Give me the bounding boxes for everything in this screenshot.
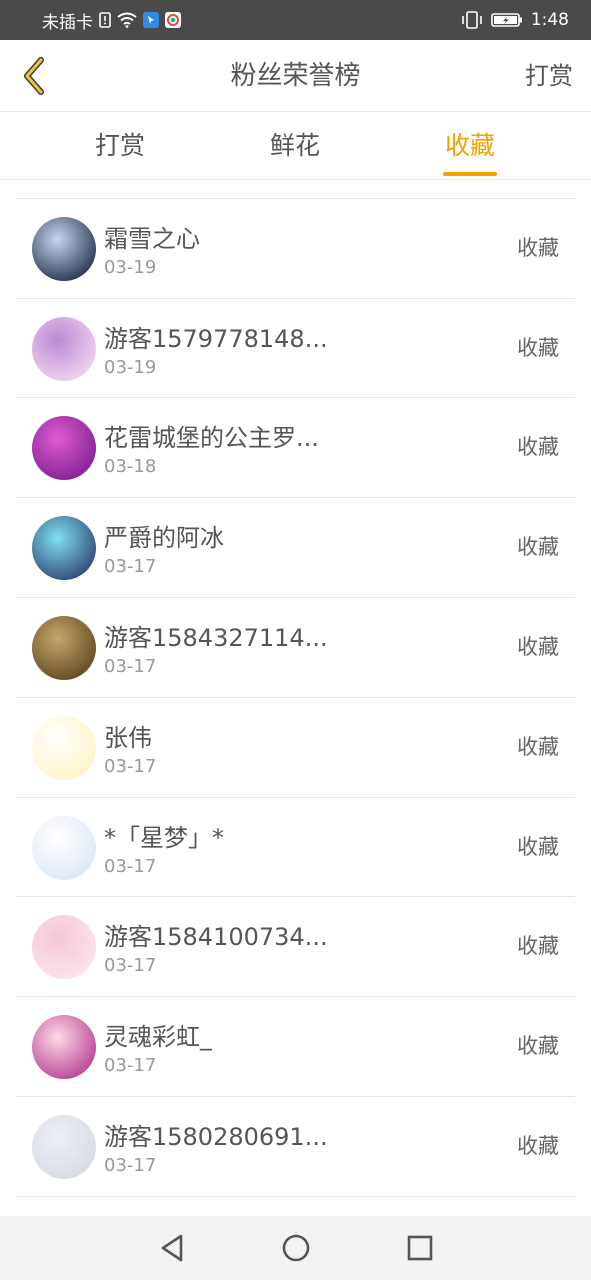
list-item[interactable]: 灵魂彩虹_ 03-17 收藏 bbox=[16, 997, 575, 1097]
reward-header-button[interactable]: 打赏 bbox=[525, 40, 573, 112]
square-recents-icon bbox=[407, 1235, 432, 1261]
favorite-date: 03-19 bbox=[104, 356, 157, 378]
tab-favorites[interactable]: 收藏 bbox=[445, 112, 495, 180]
vibrate-icon bbox=[461, 11, 483, 29]
app-header: 粉丝荣誉榜 打赏 bbox=[0, 40, 591, 112]
avatar[interactable] bbox=[32, 915, 96, 980]
sim-alert-icon bbox=[99, 11, 111, 29]
browser-notification-icon bbox=[165, 11, 181, 29]
back-button[interactable] bbox=[14, 56, 54, 96]
favorite-date: 03-17 bbox=[104, 1154, 157, 1176]
favorite-date: 03-17 bbox=[104, 655, 157, 677]
avatar[interactable] bbox=[32, 316, 96, 381]
nav-back-button[interactable] bbox=[155, 1231, 189, 1265]
battery-icon bbox=[491, 11, 523, 29]
tab-reward[interactable]: 打赏 bbox=[95, 112, 145, 180]
tab-bar: 打赏 鲜花 收藏 bbox=[0, 112, 591, 180]
fan-name: 游客1579778148... bbox=[104, 324, 328, 353]
status-left: 未插卡 bbox=[42, 8, 181, 33]
list-item[interactable]: 游客1580280691... 03-17 收藏 bbox=[16, 1097, 575, 1197]
favorite-action-label: 收藏 bbox=[517, 634, 559, 659]
triangle-back-icon bbox=[161, 1234, 182, 1262]
fan-list[interactable]: 03-19霜雪之心03-19收藏游客1579778148...03-19收藏花雷… bbox=[0, 181, 591, 1216]
fan-name: 霜雪之心 bbox=[104, 224, 200, 253]
avatar[interactable] bbox=[32, 715, 96, 780]
favorite-action-label: 收藏 bbox=[517, 734, 559, 759]
list-item[interactable]: *「星梦」* 03-17 收藏 bbox=[16, 798, 575, 898]
favorite-date: 03-17 bbox=[104, 955, 157, 977]
favorite-date: 03-17 bbox=[104, 855, 157, 877]
nav-recents-button[interactable] bbox=[403, 1231, 437, 1265]
favorite-action-label: 收藏 bbox=[517, 435, 559, 460]
list-item[interactable]: 霜雪之心 03-19 收藏 bbox=[16, 199, 575, 299]
page-title: 粉丝荣誉榜 bbox=[230, 61, 361, 91]
fan-name: 花雷城堡的公主罗... bbox=[104, 424, 319, 453]
favorite-date: 03-17 bbox=[104, 755, 157, 777]
favorite-action-label: 收藏 bbox=[517, 834, 559, 859]
fan-list-content: 03-19霜雪之心03-19收藏游客1579778148...03-19收藏花雷… bbox=[0, 181, 591, 1197]
system-nav-bar bbox=[0, 1216, 591, 1280]
list-item[interactable]: 花雷城堡的公主罗... 03-18 收藏 bbox=[16, 398, 575, 499]
fan-name: 严爵的阿冰 bbox=[104, 524, 224, 553]
favorite-action-label: 收藏 bbox=[517, 535, 559, 560]
wifi-icon bbox=[117, 11, 137, 29]
app-notification-icon bbox=[143, 11, 159, 29]
fan-name: 游客1580280691... bbox=[104, 1122, 328, 1151]
nav-home-button[interactable] bbox=[279, 1231, 313, 1265]
circle-home-icon bbox=[282, 1234, 309, 1262]
favorite-action-label: 收藏 bbox=[517, 235, 559, 260]
tab-flowers[interactable]: 鲜花 bbox=[270, 112, 320, 180]
fan-name: 游客1584327114... bbox=[104, 623, 328, 652]
favorite-action-label: 收藏 bbox=[517, 335, 559, 360]
favorite-date: 03-19 bbox=[104, 256, 157, 278]
active-tab-indicator bbox=[443, 172, 497, 176]
clock-text: 1:48 bbox=[530, 10, 569, 30]
fan-name: 张伟 bbox=[104, 723, 152, 752]
favorite-action-label: 收藏 bbox=[517, 1133, 559, 1158]
avatar[interactable] bbox=[32, 1015, 96, 1080]
fan-name: *「星梦」* bbox=[104, 823, 224, 852]
favorite-action-label: 收藏 bbox=[517, 934, 559, 959]
avatar[interactable] bbox=[32, 815, 96, 880]
avatar[interactable] bbox=[32, 615, 96, 680]
fan-name: 灵魂彩虹_ bbox=[104, 1023, 212, 1052]
carrier-text: 未插卡 bbox=[42, 12, 93, 33]
fan-name: 游客1584100734... bbox=[104, 923, 328, 952]
favorite-date: 03-17 bbox=[104, 1055, 157, 1077]
list-item[interactable]: 03-19 bbox=[16, 181, 575, 199]
favorite-action-label: 收藏 bbox=[517, 1034, 559, 1059]
avatar[interactable] bbox=[32, 1114, 96, 1179]
list-item[interactable]: 严爵的阿冰 03-17 收藏 bbox=[16, 498, 575, 598]
favorite-date: 03-18 bbox=[104, 456, 157, 478]
favorite-date: 03-17 bbox=[104, 556, 157, 578]
status-right: 1:48 bbox=[461, 10, 569, 30]
list-item[interactable]: 张伟 03-17 收藏 bbox=[16, 698, 575, 798]
avatar[interactable] bbox=[32, 516, 96, 581]
list-item[interactable]: 游客1579778148... 03-19 收藏 bbox=[16, 299, 575, 399]
status-bar: 未插卡 1:48 bbox=[0, 0, 591, 40]
list-item[interactable]: 游客1584327114... 03-17 收藏 bbox=[16, 598, 575, 698]
chevron-left-icon bbox=[24, 57, 44, 95]
list-item[interactable]: 游客1584100734... 03-17 收藏 bbox=[16, 897, 575, 998]
avatar[interactable] bbox=[32, 416, 96, 481]
avatar[interactable] bbox=[32, 216, 96, 281]
